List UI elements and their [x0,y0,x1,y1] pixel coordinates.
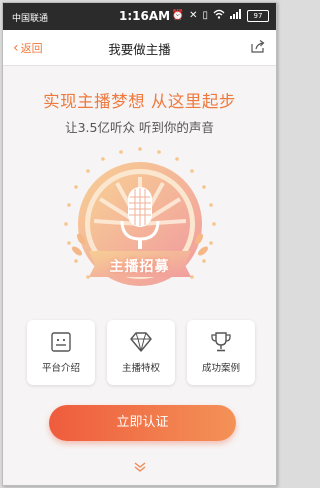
scroll-down-button[interactable] [133,458,147,477]
share-icon [251,40,265,53]
platform-intro-icon [51,332,71,352]
double-chevron-down-icon [134,462,146,472]
carrier-name: 中国联通 [12,14,49,24]
phone-screen: 中国联通 1:16AM ⏰ ✕ ▯ 97 ‹ 返回 我要做主播 实现主播梦想 从… [2,2,277,486]
feature-card-anchor-privileges[interactable]: 主播特权 [107,320,175,385]
badge-label: 主播招募 [109,259,170,275]
microphone-emblem-icon [64,147,216,286]
trophy-icon [211,332,231,352]
hero-headline: 实现主播梦想 从这里起步 [43,92,236,111]
share-button[interactable] [250,39,266,58]
page-title: 我要做主播 [108,42,171,57]
diamond-icon [130,332,152,352]
anchor-recruit-badge [59,143,221,309]
alarm-icon: ⏰ [171,9,185,21]
feature-card-platform-intro[interactable]: 平台介绍 [27,320,95,385]
nav-bar: ‹ 返回 我要做主播 [3,30,276,66]
wifi-icon [213,9,225,22]
feature-label: 成功案例 [201,363,240,374]
clock: 1:16AM [119,9,171,23]
feature-label: 主播特权 [121,363,160,374]
status-icons: ⏰ ✕ ▯ 97 [172,9,269,22]
feature-card-success-cases[interactable]: 成功案例 [187,320,255,385]
mute-icon: ✕ [189,9,198,21]
battery-indicator: 97 [247,9,269,22]
feature-label: 平台介绍 [41,363,80,374]
signal-icon [230,9,242,22]
status-bar: 中国联通 1:16AM ⏰ ✕ ▯ 97 [3,3,276,30]
vibrate-icon: ▯ [202,9,208,21]
verify-now-button[interactable]: 立即认证 [49,405,236,441]
feature-cards: 平台介绍 主播特权 成功案例 [27,320,255,385]
hero-subline: 让3.5亿听众 听到你的声音 [65,120,214,135]
